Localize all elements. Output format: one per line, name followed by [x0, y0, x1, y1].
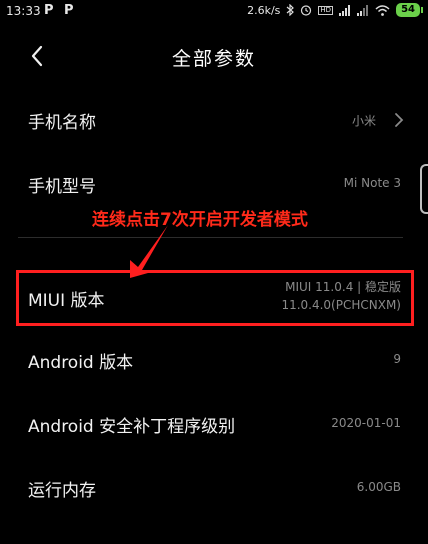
row-value: 6.00GB — [356, 480, 401, 494]
status-bar: 13:33 P P 2.6k/s HD 54 — [0, 0, 428, 24]
list-item-security-patch[interactable]: Android 安全补丁程序级别 2020-01-01 — [0, 404, 428, 444]
alarm-icon — [301, 5, 312, 16]
row-label: 手机型号 — [28, 177, 96, 197]
signal-icon — [339, 4, 351, 16]
status-time: 13:33 — [6, 4, 41, 18]
list-item-ram[interactable]: 运行内存 6.00GB — [0, 468, 428, 508]
row-value: 2020-01-01 — [331, 416, 401, 430]
row-value: 小米 — [351, 114, 376, 128]
battery-indicator: 54 — [396, 3, 423, 17]
row-value: Mi Note 3 — [343, 176, 401, 190]
page-title: 全部参数 — [171, 48, 256, 70]
row-value: 9 — [393, 352, 401, 366]
status-indicators: 2.6k/s HD 54 — [247, 3, 423, 17]
row-label: 手机名称 — [28, 113, 96, 133]
list-item-phone-model[interactable]: 手机型号 Mi Note 3 — [0, 164, 428, 204]
row-label: Android 版本 — [28, 353, 134, 373]
row-label: Android 安全补丁程序级别 — [28, 417, 236, 437]
row-label: 运行内存 — [28, 481, 96, 501]
bluetooth-icon — [287, 4, 295, 16]
chevron-right-icon — [395, 113, 404, 127]
scroll-handle[interactable] — [420, 164, 428, 214]
list-item-phone-name[interactable]: 手机名称 小米 — [0, 100, 428, 140]
hd-badge: HD — [318, 5, 334, 15]
network-speed: 2.6k/s — [247, 3, 281, 17]
signal-icon — [357, 4, 369, 16]
annotation-highlight-box — [16, 270, 414, 326]
wifi-icon — [375, 4, 390, 16]
list-item-android-version[interactable]: Android 版本 9 — [0, 340, 428, 380]
app-p-icon: P — [64, 3, 74, 18]
app-p-icon: P — [44, 3, 54, 18]
divider — [18, 237, 403, 238]
